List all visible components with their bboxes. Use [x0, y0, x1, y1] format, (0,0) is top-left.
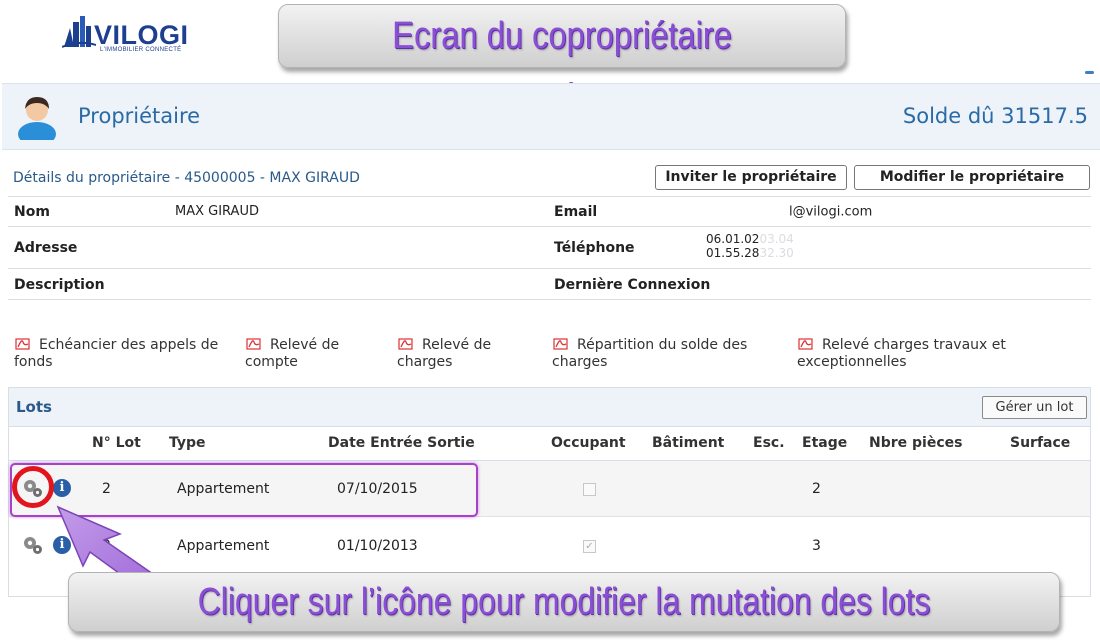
lots-title: Lots — [16, 398, 52, 416]
gears-edit-icon[interactable] — [22, 534, 44, 556]
owner-info-table: Nom MAX GIRAUD Email l@vilogi.com Adress… — [8, 196, 1091, 300]
title-banner: Ecran du copropriétaire acquéreur — [278, 4, 846, 119]
column-header-surface: Surface — [1010, 435, 1071, 451]
occupant-checkbox — [583, 483, 596, 496]
pdf-icon — [246, 338, 261, 350]
column-header-lot: N° Lot — [92, 435, 141, 451]
phone-label: Téléphone — [554, 240, 635, 256]
last-login-label: Dernière Connexion — [554, 277, 711, 293]
info-icon[interactable]: i — [53, 536, 71, 554]
lot-date: 01/10/2013 — [337, 538, 418, 554]
building-logo-icon — [62, 16, 96, 48]
phone-2: 01.55.28 — [706, 246, 760, 260]
pdf-icon — [553, 338, 568, 350]
owner-header: Propriétaire Solde dû 31517.5 — [2, 83, 1100, 150]
report-link-travaux[interactable]: Relevé charges travaux et exceptionnelle… — [797, 336, 1006, 371]
column-header-pieces: Nbre pièces — [869, 435, 963, 451]
instruction-banner-text: Cliquer sur l’icône pour modifier la mut… — [197, 581, 931, 623]
icon-highlight-circle — [12, 466, 54, 508]
lot-type: Appartement — [177, 538, 270, 554]
modify-owner-button[interactable]: Modifier le propriétaire — [854, 165, 1090, 190]
email-value: l@vilogi.com — [693, 204, 872, 220]
address-label: Adresse — [14, 240, 78, 256]
divider-mark — [1085, 71, 1094, 74]
name-value: MAX GIRAUD — [175, 204, 259, 219]
info-row: Description Dernière Connexion — [8, 268, 1091, 300]
phone-1: 06.01.02 — [706, 232, 760, 246]
info-row: Nom MAX GIRAUD Email l@vilogi.com — [8, 196, 1091, 226]
report-link-releve-compte[interactable]: Relevé de compte — [245, 336, 339, 371]
balance-due: Solde dû 31517.5 — [902, 104, 1088, 128]
logo-tagline: L'IMMOBILIER CONNECTÉ — [100, 47, 182, 53]
occupant-checkbox: ✓ — [583, 540, 596, 553]
lot-floor: 3 — [812, 538, 821, 554]
column-header-date: Date Entrée Sortie — [328, 435, 475, 451]
lot-floor: 2 — [812, 481, 821, 497]
lots-header: Lots Gérer un lot — [9, 388, 1090, 427]
pdf-icon — [15, 338, 30, 350]
lot-number: 3 — [102, 538, 111, 554]
vilogi-logo: VILOGI L'IMMOBILIER CONNECTÉ — [62, 14, 222, 56]
phone-2-faded: 32.30 — [759, 246, 794, 260]
name-label: Nom — [14, 204, 50, 220]
table-row: i 3 Appartement 01/10/2013 ✓ 3 — [9, 518, 1090, 574]
email-label: Email — [554, 204, 598, 220]
description-label: Description — [14, 277, 105, 293]
user-avatar-icon — [18, 97, 56, 140]
report-link-echeancier[interactable]: Echéancier des appels de fonds — [14, 336, 218, 371]
invite-owner-button[interactable]: Inviter le propriétaire — [655, 165, 847, 190]
masked-email-part — [693, 204, 789, 220]
report-links: Echéancier des appels de fonds Relevé de… — [0, 336, 1100, 376]
row-highlight-box — [10, 463, 478, 517]
column-header-batiment: Bâtiment — [652, 435, 725, 451]
phone-1-faded: 03.04 — [759, 232, 794, 246]
details-title: Détails du propriétaire - 45000005 - MAX… — [13, 170, 360, 186]
instruction-banner: Cliquer sur l’icône pour modifier la mut… — [68, 572, 1060, 632]
pdf-icon — [398, 338, 413, 350]
manage-lot-button[interactable]: Gérer un lot — [982, 396, 1087, 419]
column-header-esc: Esc. — [753, 435, 785, 451]
pdf-icon — [798, 338, 813, 350]
report-link-repartition[interactable]: Répartition du solde des charges — [552, 336, 747, 371]
page-title: Propriétaire — [78, 104, 201, 128]
column-header-type: Type — [169, 435, 206, 451]
column-header-etage: Etage — [802, 435, 848, 451]
phone-values: 06.01.0203.04 01.55.2832.30 — [706, 232, 794, 260]
info-row: Adresse Téléphone 06.01.0203.04 01.55.28… — [8, 226, 1091, 268]
column-header-occupant: Occupant — [551, 435, 626, 451]
report-link-releve-charges[interactable]: Relevé de charges — [397, 336, 491, 371]
